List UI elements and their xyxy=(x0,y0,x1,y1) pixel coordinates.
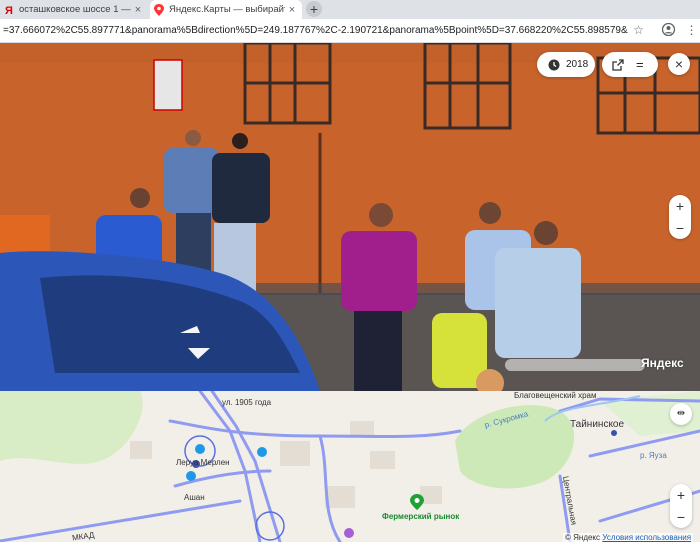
share-external-icon[interactable] xyxy=(612,58,624,71)
map-label-market: Фермерский рынок xyxy=(382,512,460,521)
map-label-yauza: р. Яуза xyxy=(640,451,667,460)
year-selector[interactable]: 2018 xyxy=(537,52,595,77)
market-marker-icon[interactable] xyxy=(410,494,424,510)
panorama-zoom-in-button[interactable]: + xyxy=(669,195,691,217)
map-canvas xyxy=(0,391,700,542)
panorama-year: 2018 xyxy=(566,59,589,70)
tab-search[interactable]: Я осташковское шоссе 1 — Яндекс × xyxy=(0,0,148,19)
menu-icon[interactable]: = xyxy=(636,57,644,72)
map-label-tayninskoye: Тайнинское xyxy=(570,419,625,430)
browser-tab-bar: Я осташковское шоссе 1 — Яндекс × Яндекс… xyxy=(0,0,700,19)
close-panorama-button[interactable]: × xyxy=(668,53,690,75)
map-footer: © Яндекс Условия использования xyxy=(563,533,694,542)
tab-title: осташковское шоссе 1 — Яндекс xyxy=(19,4,131,15)
panorama-view[interactable]: 2018 = × + − Яндекс xyxy=(0,43,700,391)
map-view[interactable]: ул. 1905 года Благовещенский храм р. Сук… xyxy=(0,391,700,542)
map-copyright: © Яндекс xyxy=(565,533,601,542)
map-label-lerua: Леруа Мерлен xyxy=(176,458,230,467)
tab-close-icon[interactable]: × xyxy=(285,4,299,16)
bookmark-star-icon[interactable]: ☆ xyxy=(631,23,646,38)
map-label-street-1905: ул. 1905 года xyxy=(222,398,272,407)
yandex-maps-pin-icon xyxy=(154,3,164,16)
clock-icon xyxy=(548,59,560,70)
expand-map-button[interactable]: ⇹ xyxy=(670,403,692,425)
map-zoom-out-button[interactable]: − xyxy=(670,506,692,528)
browser-menu-icon[interactable]: ⋮ xyxy=(684,23,699,38)
tab-yandex-maps[interactable]: Яндекс.Карты — выбирайте, где × xyxy=(150,0,302,19)
map-zoom-control: + − xyxy=(670,484,692,528)
panorama-zoom-control: + − xyxy=(669,195,691,239)
tab-close-icon[interactable]: × xyxy=(131,4,145,16)
panorama-image xyxy=(0,43,700,391)
profile-avatar-icon[interactable] xyxy=(661,22,676,38)
yandex-search-icon: Я xyxy=(5,5,13,16)
new-tab-button[interactable]: + xyxy=(306,1,322,17)
address-bar: =37.666072%2C55.897771&panorama%5Bdirect… xyxy=(0,19,700,43)
panorama-actions: = xyxy=(602,52,658,77)
yandex-watermark: Яндекс xyxy=(641,356,684,370)
tab-title: Яндекс.Карты — выбирайте, где xyxy=(169,4,285,15)
map-label-ashan: Ашан xyxy=(184,493,205,502)
map-zoom-in-button[interactable]: + xyxy=(670,484,692,506)
svg-text:Я: Я xyxy=(5,5,13,16)
panorama-zoom-out-button[interactable]: − xyxy=(669,217,691,239)
url-field[interactable]: =37.666072%2C55.897771&panorama%5Bdirect… xyxy=(3,19,628,42)
map-label-church: Благовещенский храм xyxy=(514,391,597,400)
terms-link[interactable]: Условия использования xyxy=(602,533,691,542)
